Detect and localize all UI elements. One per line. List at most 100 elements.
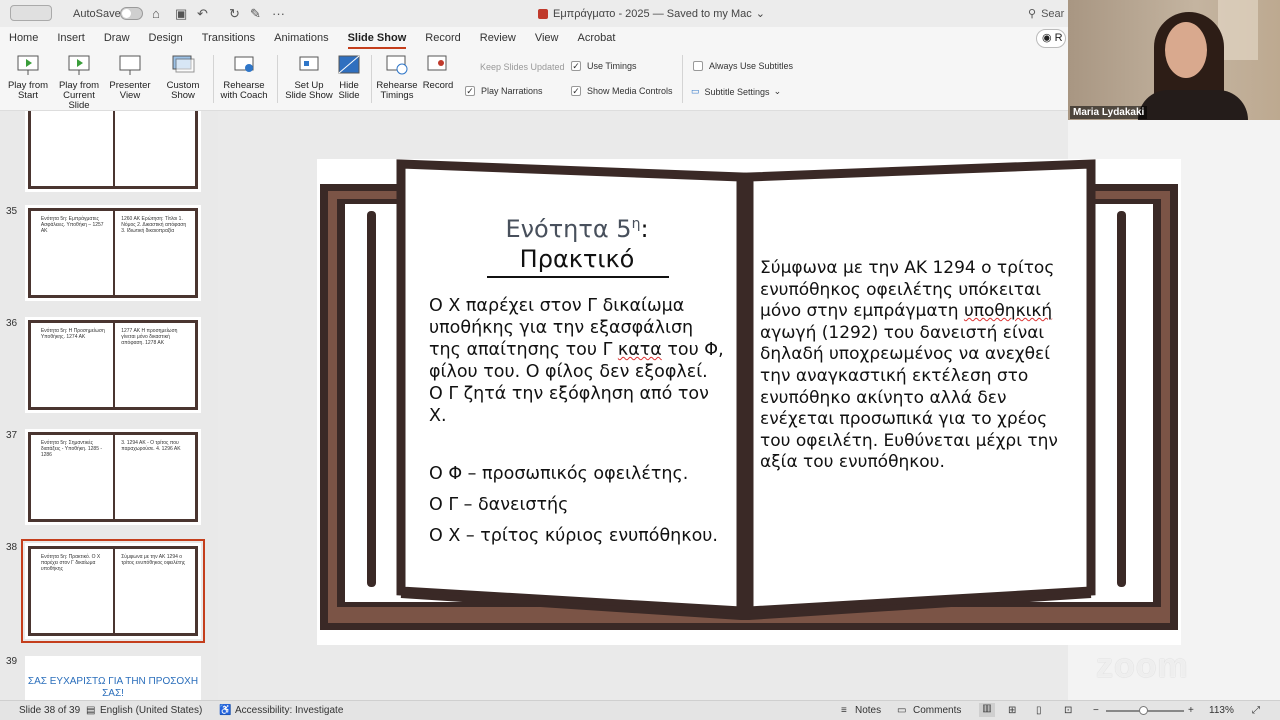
coach-icon — [234, 56, 254, 72]
tab-acrobat[interactable]: Acrobat — [577, 27, 615, 49]
record-icon — [427, 55, 447, 71]
thumbnail-number: 39 — [6, 656, 18, 667]
custom-show-button[interactable]: Custom Show — [160, 53, 206, 101]
thumbnail-left-text: Ενότητα 5η: Η Προσημείωση Υποθήκης. 1274… — [40, 328, 105, 341]
save-icon[interactable]: ▣ — [175, 0, 187, 27]
brush-icon[interactable]: ✎ — [250, 0, 261, 27]
checkmark-icon: ✓ — [465, 86, 475, 96]
thumbnail-number: 36 — [6, 318, 18, 329]
zoom-out-icon[interactable]: − — [1093, 705, 1099, 716]
ribbon-divider — [277, 55, 278, 103]
book-spine — [740, 177, 750, 611]
rehearse-timings-button[interactable]: Rehearse Timings — [376, 53, 418, 101]
tab-record[interactable]: Record — [425, 27, 460, 49]
slide-thumbnail-38[interactable]: Ενότητα 5η: Πρακτικό. Ο Χ παρέχει στον Γ… — [21, 539, 205, 643]
play-narrations-checkbox[interactable]: ✓ Play Narrations — [465, 86, 543, 96]
hide-slide-icon — [338, 55, 360, 74]
use-timings-checkbox[interactable]: ✓ Use Timings — [571, 61, 637, 71]
comments-button[interactable]: Comments — [913, 705, 961, 716]
record-dot-icon: ◉ — [1042, 32, 1052, 44]
tab-insert[interactable]: Insert — [57, 27, 85, 49]
slideshow-view-icon[interactable]: ⊡ — [1064, 705, 1072, 716]
record-dropdown-button[interactable]: Record — [420, 53, 456, 91]
more-icon[interactable]: ··· — [272, 0, 285, 27]
tab-review[interactable]: Review — [480, 27, 516, 49]
spellcheck-word: κατα — [617, 340, 662, 360]
normal-view-icon[interactable]: ▥ — [979, 703, 995, 717]
play-from-start-button[interactable]: Play from Start — [6, 53, 50, 101]
hide-slide-button[interactable]: Hide Slide — [336, 53, 362, 101]
home-icon[interactable]: ⌂ — [152, 0, 160, 27]
thumbnail-left-text: Ενότητα 5η: Σημαντικές διατάξεις - Υποθή… — [40, 440, 103, 459]
thumbnail-number: 37 — [6, 430, 18, 441]
record-button-label: R — [1054, 32, 1063, 44]
webcam-person-face — [1165, 22, 1207, 78]
accessibility-status[interactable]: Accessibility: Investigate — [235, 705, 343, 716]
zoom-slider-thumb[interactable] — [1139, 706, 1148, 715]
rehearse-with-coach-button[interactable]: Rehearse with Coach — [218, 53, 270, 101]
slide-sorter-icon[interactable]: ⊞ — [1008, 705, 1016, 716]
zoom-level[interactable]: 113% — [1209, 705, 1234, 716]
sidebar-toggle-button[interactable] — [10, 5, 52, 21]
rehearse-timings-label-2: Timings — [380, 90, 414, 101]
record-button[interactable]: ◉ R — [1036, 29, 1066, 48]
comments-icon: ▭ — [897, 705, 907, 716]
tab-animations[interactable]: Animations — [274, 27, 328, 49]
search-icon: ⚲ — [1028, 8, 1037, 20]
slide-thumbnail-34[interactable] — [25, 111, 201, 192]
checkbox-empty — [693, 61, 703, 71]
tab-transitions[interactable]: Transitions — [202, 27, 255, 49]
play-current-slide-button[interactable]: Play from Current Slide — [52, 53, 106, 111]
search-field[interactable]: ⚲ Sear — [1028, 0, 1064, 27]
thumbnail-left-text: Ενότητα 5η: Εμπράγματες Ασφάλειες. Υποθή… — [40, 216, 104, 235]
ribbon-toolbar: Play from Start Play from Current Slide Pr… — [0, 49, 1068, 111]
presenter-view-icon — [119, 55, 141, 75]
tab-draw[interactable]: Draw — [104, 27, 130, 49]
title-section: Ενότητα 5 — [505, 215, 632, 243]
presenter-view-button[interactable]: Presenter View — [108, 53, 152, 101]
zoom-in-icon[interactable]: + — [1188, 705, 1194, 716]
slide-thumbnail-37[interactable]: Ενότητα 5η: Σημαντικές διατάξεις - Υποθή… — [25, 429, 201, 525]
slide-thumbnail-39[interactable]: ΣΑΣ ΕΥΧΑΡΙΣΤΩ ΓΙΑ ΤΗΝ ΠΡΟΣΟΧΗ ΣΑΣ! — [25, 656, 201, 700]
tab-view[interactable]: View — [535, 27, 559, 49]
autosave-label: AutoSave — [73, 7, 121, 20]
slide-thumbnail-36[interactable]: Ενότητα 5η: Η Προσημείωση Υποθήκης. 1274… — [25, 317, 201, 413]
reading-view-icon[interactable]: ▯ — [1036, 705, 1042, 716]
autosave-toggle[interactable] — [120, 7, 143, 20]
accessibility-icon: ♿ — [219, 705, 232, 716]
list-item: Ο Γ – δανειστής — [429, 495, 569, 515]
current-slide[interactable]: Ενότητα 5η: Πρακτικό Ο Χ παρέχει στον Γ … — [317, 159, 1181, 645]
chevron-down-icon: ⌄ — [773, 86, 782, 96]
subtitle-settings-dropdown[interactable]: ▭ Subtitle Settings ⌄ — [691, 86, 781, 97]
record-label: Record — [422, 80, 454, 91]
fit-to-window-icon[interactable]: ⤢ — [1252, 705, 1260, 716]
always-use-subtitles-checkbox[interactable]: Always Use Subtitles — [693, 61, 793, 71]
thumbnail-book: Ενότητα 5η: Πρακτικό. Ο Χ παρέχει στον Γ… — [28, 546, 198, 636]
thumbnail-book: Ενότητα 5η: Σημαντικές διατάξεις - Υποθή… — [28, 432, 198, 522]
right-paragraph-part-2: αγωγή (1292) του δανειστή είναι δηλαδή υ… — [760, 322, 1058, 473]
zoom-watermark: zoom — [1096, 647, 1189, 685]
thumbnail-right-text: 3. 1294 ΑΚ - Ο τρίτος που παραχωρούσε. 4… — [121, 440, 181, 453]
show-media-controls-checkbox[interactable]: ✓ Show Media Controls — [571, 86, 673, 96]
setup-slide-show-button[interactable]: Set Up Slide Show — [284, 53, 334, 101]
language-indicator[interactable]: English (United States) — [100, 705, 202, 716]
custom-show-icon — [172, 55, 195, 73]
always-use-subtitles-label: Always Use Subtitles — [709, 61, 794, 71]
timings-icon — [386, 55, 408, 75]
slide-thumbnail-35[interactable]: Ενότητα 5η: Εμπράγματες Ασφάλειες. Υποθή… — [25, 205, 201, 301]
subtitle-settings-label: Subtitle Settings — [704, 86, 770, 97]
tab-slide-show[interactable]: Slide Show — [347, 27, 406, 49]
hide-slide-label-2: Slide — [338, 90, 360, 101]
thumbnail-book: Ενότητα 5η: Εμπράγματες Ασφάλειες. Υποθή… — [28, 208, 198, 298]
tab-design[interactable]: Design — [149, 27, 183, 49]
show-media-controls-label: Show Media Controls — [587, 86, 673, 96]
ppt-icon — [538, 8, 548, 19]
redo-icon[interactable]: ↻ — [229, 0, 240, 27]
spellcheck-word: υποθηκική — [963, 301, 1053, 322]
notes-button[interactable]: Notes — [855, 705, 881, 716]
search-placeholder: Sear — [1041, 7, 1065, 20]
tab-home[interactable]: Home — [9, 27, 38, 49]
custom-show-label-2: Show — [171, 90, 195, 101]
undo-icon[interactable]: ↶ — [197, 0, 208, 27]
status-bar: Slide 38 of 39 ▤ English (United States)… — [0, 700, 1280, 720]
